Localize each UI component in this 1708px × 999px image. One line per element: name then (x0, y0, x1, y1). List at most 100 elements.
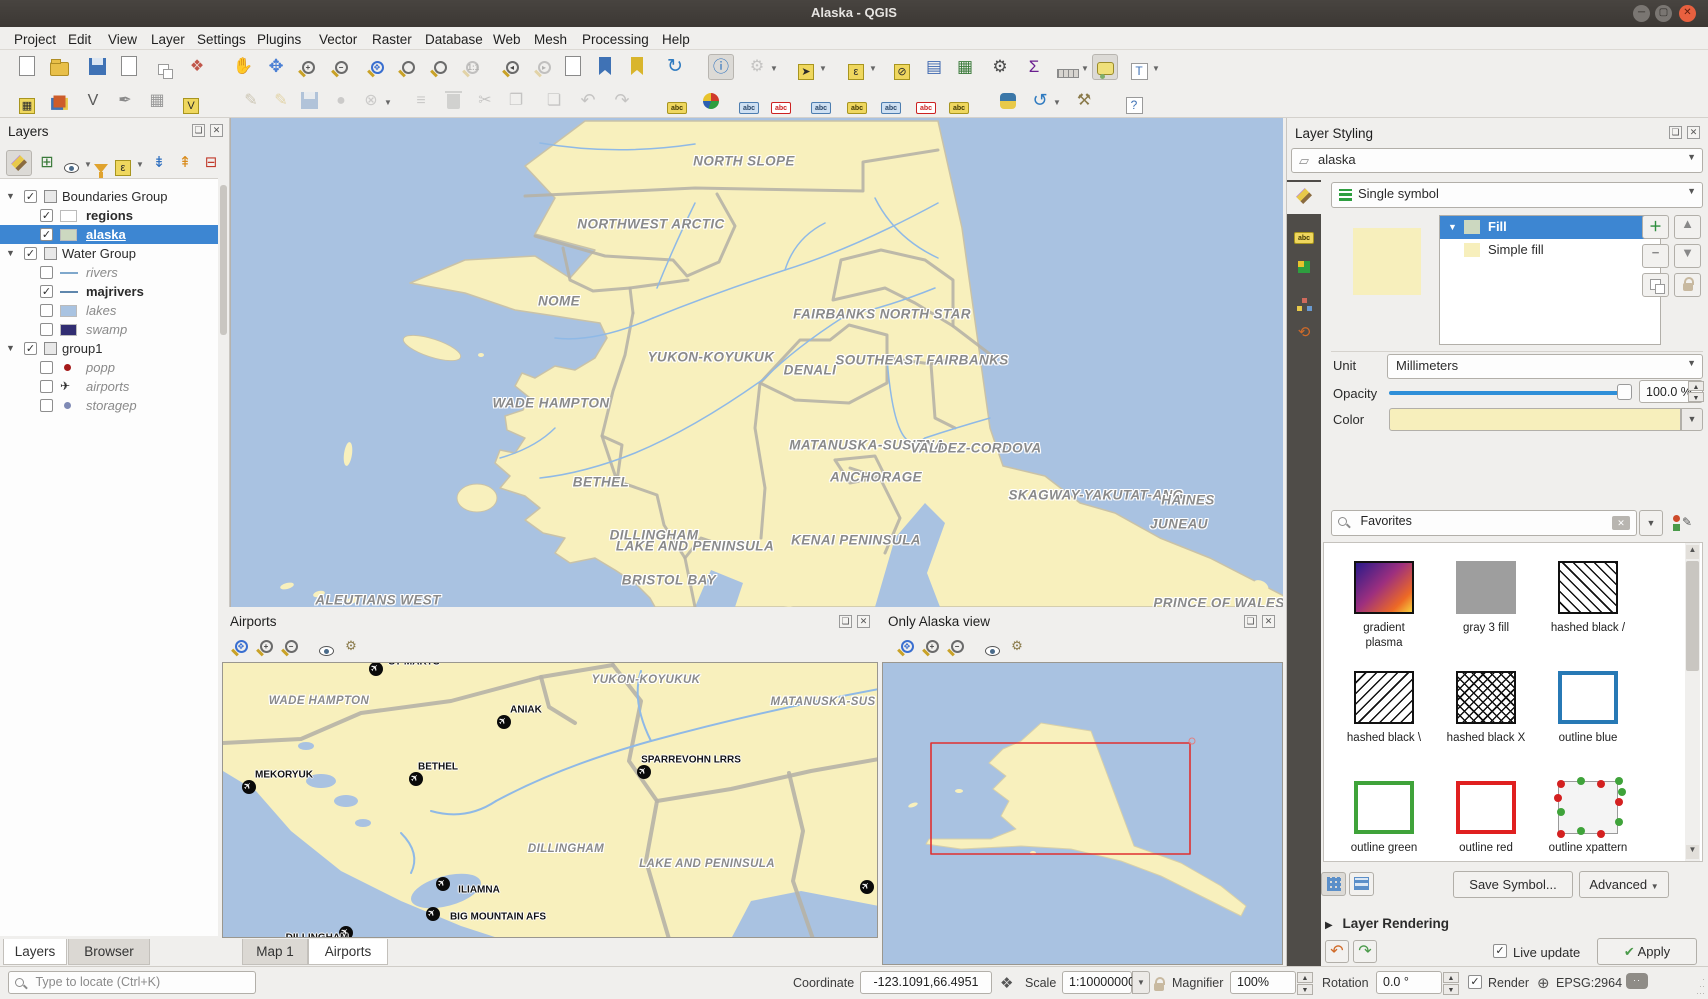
help-icon[interactable]: ? (1121, 88, 1147, 114)
symbol-hashed-black-x[interactable] (1456, 671, 1516, 724)
set-view-theme-icon[interactable] (315, 635, 337, 657)
symbol-tree-row-simple-fill[interactable]: Simple fill (1440, 239, 1660, 262)
color-dropdown-icon[interactable]: ▼ (1681, 408, 1703, 431)
zoom-out-icon[interactable]: − (946, 635, 968, 657)
layer-item-swamp[interactable]: swamp (0, 320, 218, 339)
zoom-full-icon[interactable]: ✥ (364, 54, 390, 80)
map-tips-icon[interactable] (1092, 54, 1118, 80)
menu-processing[interactable]: Processing (578, 30, 653, 49)
caret-down-icon[interactable]: ▼ (6, 339, 15, 358)
zoom-last-icon[interactable]: ◂ (499, 54, 525, 80)
select-features-icon[interactable]: ➤ (793, 54, 819, 80)
styling-tab-labels[interactable]: abc (1287, 216, 1321, 248)
zoom-to-layer-icon[interactable] (427, 54, 453, 80)
visibility-checkbox[interactable]: ✓ (24, 247, 37, 260)
new-print-layout-icon[interactable] (116, 54, 142, 80)
zoom-to-selection-icon[interactable] (395, 54, 421, 80)
main-map-canvas[interactable]: NORTH SLOPENORTHWEST ARCTICNOMEFAIRBANKS… (230, 118, 1283, 607)
extents-icon[interactable]: ❖ (1000, 974, 1013, 992)
styling-tab-history[interactable]: ⟲ (1287, 318, 1321, 350)
save-edits-icon[interactable] (296, 88, 322, 114)
menu-vector[interactable]: Vector (315, 30, 361, 49)
color-button[interactable] (1389, 408, 1681, 431)
rollback-edits-icon-dropdown[interactable]: ▼ (1053, 98, 1061, 107)
identify-features-icon[interactable]: ⓘ (708, 54, 734, 80)
open-attribute-table-icon[interactable]: ▤ (921, 54, 947, 80)
new-virtual-layer-icon[interactable]: V (178, 88, 204, 114)
refresh-icon[interactable]: ↻ (662, 54, 688, 80)
clear-search-icon[interactable]: ✕ (1612, 516, 1630, 530)
visibility-checkbox[interactable]: ✓ (40, 285, 53, 298)
menu-layer[interactable]: Layer (147, 30, 189, 49)
spin-down-icon[interactable]: ▼ (1297, 984, 1313, 995)
change-label-icon[interactable]: abc (913, 88, 939, 114)
save-symbol-button[interactable]: Save Symbol... (1453, 871, 1573, 898)
visibility-checkbox[interactable] (40, 304, 53, 317)
zoom-in-icon[interactable]: + (921, 635, 943, 657)
new-spatialite-layer-icon[interactable]: V (80, 88, 106, 114)
cut-features-icon[interactable]: ✂ (472, 88, 498, 114)
new-memory-layer-icon[interactable]: ✒ (112, 88, 138, 114)
layer-item-boundaries-group[interactable]: ▼✓Boundaries Group (0, 187, 218, 206)
rollback-edits-icon[interactable]: ↺ (1027, 88, 1053, 114)
remove-symbol-layer-button[interactable]: − (1642, 244, 1669, 268)
map-tab-airports[interactable]: Airports (308, 939, 388, 965)
symbol-outline-blue[interactable] (1558, 671, 1618, 724)
pan-to-selection-icon[interactable]: ✥ (263, 54, 289, 80)
layer-item-regions[interactable]: ✓regions (0, 206, 218, 225)
spin-down-icon[interactable]: ▼ (1443, 984, 1459, 995)
move-down-button[interactable]: ▼ (1674, 244, 1701, 268)
zoom-full-icon[interactable]: ✥ (230, 635, 252, 657)
advanced-button[interactable]: Advanced ▼ (1579, 871, 1669, 898)
visibility-checkbox[interactable]: ✓ (24, 190, 37, 203)
symbol-search-input[interactable]: Favorites ✕ (1331, 510, 1637, 536)
zoom-next-icon[interactable]: ▸ (531, 54, 557, 80)
duplicate-button[interactable] (1642, 273, 1669, 297)
menu-help[interactable]: Help (658, 30, 694, 49)
add-group-icon[interactable]: ⊞ (34, 150, 60, 176)
magnifier-input[interactable]: 100% (1230, 971, 1296, 994)
visibility-checkbox[interactable] (40, 380, 53, 393)
layer-item-storagep[interactable]: storagep (0, 396, 218, 415)
remove-layer-icon[interactable]: ⊟ (198, 150, 224, 176)
caret-down-icon[interactable]: ▼ (1448, 222, 1457, 232)
symbol-tree-row-fill[interactable]: ▼ Fill (1440, 216, 1660, 239)
field-calculator-icon[interactable]: ▦ (952, 54, 978, 80)
slider-handle[interactable] (1617, 384, 1632, 400)
project-tools-icon[interactable]: ⚒ (1071, 88, 1097, 114)
show-bookmarks-icon[interactable] (592, 54, 618, 80)
apply-button[interactable]: ✔ Apply (1597, 938, 1697, 965)
zoom-out-icon[interactable]: − (280, 635, 302, 657)
resize-grip[interactable]: ······ (1696, 976, 1705, 997)
float-panel-icon[interactable]: ❏ (1244, 615, 1257, 628)
float-panel-icon[interactable]: ❏ (839, 615, 852, 628)
view-settings-icon[interactable]: ⚙ (340, 635, 362, 657)
save-project-icon[interactable] (84, 54, 110, 80)
menu-edit[interactable]: Edit (64, 30, 95, 49)
caret-down-icon[interactable]: ▼ (6, 244, 15, 263)
copy-features-icon[interactable]: ❐ (503, 88, 529, 114)
zoom-native-icon[interactable]: 1:1 (459, 54, 485, 80)
current-edits-icon[interactable]: ✎ (238, 88, 264, 114)
paste-features-icon[interactable]: ❏ (541, 88, 567, 114)
rotate-label-icon[interactable]: abc (878, 88, 904, 114)
close-panel-icon[interactable]: ✕ (210, 124, 223, 137)
undo-icon[interactable]: ↶ (575, 88, 601, 114)
layer-item-lakes[interactable]: lakes (0, 301, 218, 320)
layer-labeling-icon[interactable]: abc (664, 88, 690, 114)
symbol-outline-xpattern[interactable] (1558, 781, 1618, 834)
menu-settings[interactable]: Settings (193, 30, 250, 49)
vertex-tool-icon-dropdown[interactable]: ▼ (384, 98, 392, 107)
text-annotation-icon[interactable]: T (1126, 54, 1152, 80)
unit-combo[interactable]: Millimeters ▼ (1387, 354, 1703, 379)
alaska-map-canvas[interactable] (882, 662, 1283, 965)
styling-tab-diagrams[interactable] (1287, 284, 1321, 316)
select-by-expression-icon-dropdown[interactable]: ▼ (869, 64, 877, 73)
live-update-checkbox[interactable]: ✓ (1493, 944, 1507, 958)
redo-icon[interactable]: ↷ (609, 88, 635, 114)
close-panel-icon[interactable]: ✕ (1687, 126, 1700, 139)
visibility-checkbox[interactable] (40, 399, 53, 412)
crs-value[interactable]: EPSG:2964 (1556, 976, 1622, 990)
select-features-icon-dropdown[interactable]: ▼ (819, 64, 827, 73)
layer-item-water-group[interactable]: ▼✓Water Group (0, 244, 218, 263)
